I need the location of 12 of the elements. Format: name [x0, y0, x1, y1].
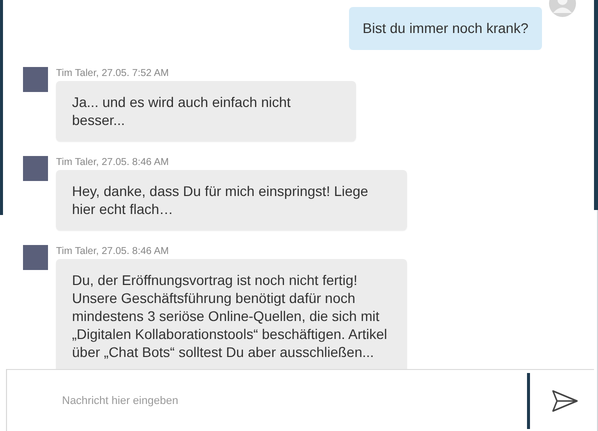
avatar-photo [23, 67, 48, 92]
message-bubble: Hey, danke, dass Du für mich einspringst! Liege hier echt flach… [56, 170, 407, 230]
sender-timestamp: Tim Taler, 27.05. 7:52 AM [56, 67, 170, 80]
avatar-photo [23, 156, 48, 181]
sender-timestamp: Tim Taler, 27.05. 8:46 AM [56, 156, 170, 169]
message-input[interactable]: Nachricht hier eingeben [62, 380, 527, 420]
sender-timestamp: Tim Taler, 27.05. 8:46 AM [56, 245, 170, 258]
message-bubble: Ja... und es wird auch einfach nicht besser... [56, 81, 356, 141]
avatar-photo [23, 245, 48, 270]
message-bubble: Bist du immer noch krank? [349, 7, 542, 50]
message-bubble: Du, der Eröffnungsvortrag ist noch nicht fertig! Unsere Geschäftsführung benötigt dafür noch mindestens 3 seriöse Online-Quellen, die sich mit „Digitalen Kollaborationstools“ beschäftigen. Artikel über „Chat Bots“ solltest Du aber ausschließen... [56, 259, 407, 369]
send-icon [552, 390, 578, 412]
